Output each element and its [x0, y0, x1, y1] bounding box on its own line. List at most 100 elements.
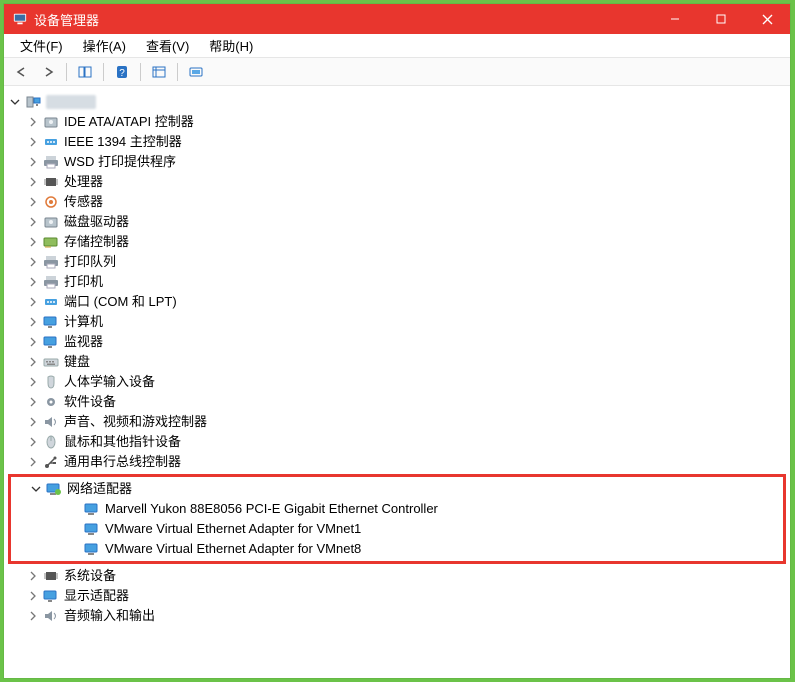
caret-right-icon[interactable] [26, 135, 40, 149]
tree-category[interactable]: IEEE 1394 主控制器 [8, 132, 786, 152]
menu-view[interactable]: 查看(V) [136, 34, 199, 57]
caret-right-icon[interactable] [26, 255, 40, 269]
category-label: IEEE 1394 主控制器 [64, 132, 182, 152]
toolbar-forward-button[interactable] [36, 61, 60, 83]
category-icon [42, 314, 60, 330]
tree-category[interactable]: 系统设备 [8, 566, 786, 586]
caret-right-icon[interactable] [26, 415, 40, 429]
device-label: VMware Virtual Ethernet Adapter for VMne… [105, 519, 361, 539]
tree-category-wrap: WSD 打印提供程序 [8, 152, 786, 172]
category-icon [42, 234, 60, 250]
tree-device[interactable]: VMware Virtual Ethernet Adapter for VMne… [11, 519, 783, 539]
caret-right-icon[interactable] [26, 215, 40, 229]
caret-right-icon[interactable] [26, 175, 40, 189]
tree-category-wrap: 打印队列 [8, 252, 786, 272]
tree-category-wrap: 软件设备 [8, 392, 786, 412]
caret-right-icon[interactable] [26, 275, 40, 289]
caret-right-icon[interactable] [26, 395, 40, 409]
caret-right-icon[interactable] [26, 455, 40, 469]
tree-category-wrap: 传感器 [8, 192, 786, 212]
category-icon [42, 134, 60, 150]
tree-device[interactable]: Marvell Yukon 88E8056 PCI-E Gigabit Ethe… [11, 499, 783, 519]
toolbar-show-hide-button[interactable] [73, 61, 97, 83]
titlebar[interactable]: 设备管理器 [4, 4, 790, 34]
caret-right-icon[interactable] [26, 315, 40, 329]
category-label: 打印队列 [64, 252, 116, 272]
tree-category[interactable]: 人体学输入设备 [8, 372, 786, 392]
caret-right-icon[interactable] [26, 115, 40, 129]
caret-down-icon[interactable] [8, 95, 22, 109]
tree-category-wrap: 监视器 [8, 332, 786, 352]
device-tree-panel[interactable]: IDE ATA/ATAPI 控制器IEEE 1394 主控制器WSD 打印提供程… [4, 86, 790, 678]
caret-right-icon[interactable] [26, 195, 40, 209]
window-title: 设备管理器 [34, 10, 99, 29]
toolbar-separator [177, 63, 178, 81]
category-icon [42, 154, 60, 170]
tree-category[interactable]: 端口 (COM 和 LPT) [8, 292, 786, 312]
caret-right-icon[interactable] [26, 569, 40, 583]
tree-category[interactable]: 音频输入和输出 [8, 606, 786, 626]
tree-category[interactable]: 处理器 [8, 172, 786, 192]
menu-file[interactable]: 文件(F) [10, 34, 73, 57]
network-adapter-icon [83, 501, 101, 517]
tree-category[interactable]: 通用串行总线控制器 [8, 452, 786, 472]
tree-device[interactable]: VMware Virtual Ethernet Adapter for VMne… [11, 539, 783, 559]
category-label: IDE ATA/ATAPI 控制器 [64, 112, 194, 132]
tree-category-wrap: 鼠标和其他指针设备 [8, 432, 786, 452]
category-icon [42, 568, 60, 584]
caret-spacer [67, 522, 81, 536]
category-icon [42, 588, 60, 604]
menubar: 文件(F) 操作(A) 查看(V) 帮助(H) [4, 34, 790, 58]
caret-right-icon[interactable] [26, 155, 40, 169]
toolbar-back-button[interactable] [10, 61, 34, 83]
tree-category[interactable]: 存储控制器 [8, 232, 786, 252]
tree-category[interactable]: 计算机 [8, 312, 786, 332]
tree-category[interactable]: 鼠标和其他指针设备 [8, 432, 786, 452]
category-label: 通用串行总线控制器 [64, 452, 181, 472]
caret-down-icon[interactable] [29, 482, 43, 496]
tree-category[interactable]: 显示适配器 [8, 586, 786, 606]
category-label: WSD 打印提供程序 [64, 152, 176, 172]
caret-right-icon[interactable] [26, 335, 40, 349]
menu-action[interactable]: 操作(A) [73, 34, 136, 57]
caret-right-icon[interactable] [26, 609, 40, 623]
tree-root[interactable] [8, 92, 786, 112]
toolbar-separator [66, 63, 67, 81]
tree-category[interactable]: 磁盘驱动器 [8, 212, 786, 232]
toolbar-help-button[interactable]: ? [110, 61, 134, 83]
caret-right-icon[interactable] [26, 375, 40, 389]
category-label: 软件设备 [64, 392, 116, 412]
maximize-button[interactable] [698, 4, 744, 34]
tree-category[interactable]: 打印队列 [8, 252, 786, 272]
close-button[interactable] [744, 4, 790, 34]
tree-category[interactable]: 打印机 [8, 272, 786, 292]
category-icon [42, 274, 60, 290]
caret-right-icon[interactable] [26, 355, 40, 369]
svg-text:?: ? [119, 68, 125, 79]
menu-help[interactable]: 帮助(H) [199, 34, 263, 57]
tree-category[interactable]: 网络适配器 [11, 479, 783, 499]
tree-category[interactable]: 声音、视频和游戏控制器 [8, 412, 786, 432]
tree-category-wrap: IEEE 1394 主控制器 [8, 132, 786, 152]
caret-right-icon[interactable] [26, 589, 40, 603]
category-icon [42, 454, 60, 470]
minimize-button[interactable] [652, 4, 698, 34]
tree-category-wrap: 打印机 [8, 272, 786, 292]
tree-category[interactable]: 软件设备 [8, 392, 786, 412]
category-label: 端口 (COM 和 LPT) [64, 292, 177, 312]
tree-category-wrap: 人体学输入设备 [8, 372, 786, 392]
tree-category[interactable]: IDE ATA/ATAPI 控制器 [8, 112, 786, 132]
category-icon [42, 114, 60, 130]
category-label: 磁盘驱动器 [64, 212, 129, 232]
tree-category[interactable]: 键盘 [8, 352, 786, 372]
caret-right-icon[interactable] [26, 435, 40, 449]
caret-right-icon[interactable] [26, 295, 40, 309]
toolbar-scan-button[interactable] [184, 61, 208, 83]
tree-category[interactable]: 监视器 [8, 332, 786, 352]
toolbar-properties-button[interactable] [147, 61, 171, 83]
toolbar: ? [4, 58, 790, 86]
category-icon [42, 394, 60, 410]
tree-category[interactable]: WSD 打印提供程序 [8, 152, 786, 172]
caret-right-icon[interactable] [26, 235, 40, 249]
tree-category[interactable]: 传感器 [8, 192, 786, 212]
